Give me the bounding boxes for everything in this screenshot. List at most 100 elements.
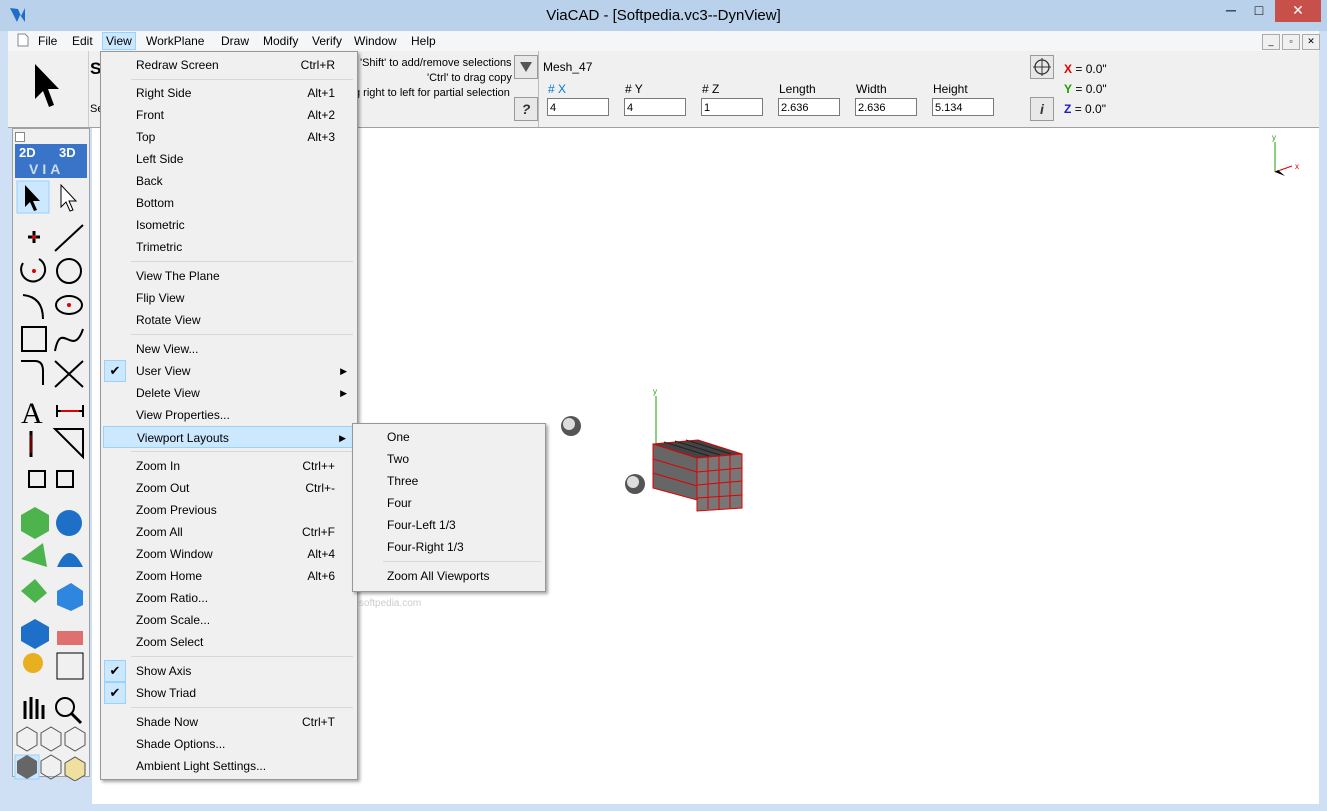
maximize-button[interactable]: □	[1245, 0, 1273, 22]
menu-item-flip-view[interactable]: Flip View	[103, 287, 355, 309]
hint-ctrl: 'Ctrl' to drag copy	[427, 72, 512, 84]
menu-item-show-axis[interactable]: ✔ Show Axis	[103, 660, 355, 682]
info-button[interactable]: i	[1030, 97, 1054, 121]
menu-separator	[131, 707, 353, 708]
menu-verify[interactable]: Verify	[309, 33, 345, 49]
select-tool-box[interactable]	[8, 51, 89, 127]
submenu-item-four-right[interactable]: Four-Right 1/3	[355, 536, 541, 558]
wireframe-cube-icon	[16, 726, 38, 752]
menu-modify[interactable]: Modify	[260, 33, 301, 49]
trim-icon	[54, 360, 84, 388]
field-label-y: # Y	[625, 82, 643, 96]
menu-item-back[interactable]: Back	[103, 170, 355, 192]
menu-item-viewport-layouts[interactable]: Viewport Layouts ▶	[103, 426, 355, 448]
field-input-width[interactable]: 2.636	[855, 98, 917, 116]
field-label-height: Height	[933, 82, 968, 96]
menu-item-top[interactable]: Top Alt+3	[103, 126, 355, 148]
submenu-item-three[interactable]: Three	[355, 470, 541, 492]
field-input-height[interactable]: 5.134	[932, 98, 994, 116]
menu-item-right-side[interactable]: Right Side Alt+1	[103, 82, 355, 104]
field-label-z: # Z	[702, 82, 720, 96]
close-button[interactable]: ✕	[1275, 0, 1321, 22]
menu-item-zoom-scale[interactable]: Zoom Scale...	[103, 609, 355, 631]
menu-view[interactable]: View	[102, 32, 136, 50]
menu-item-bottom[interactable]: Bottom	[103, 192, 355, 214]
menu-window[interactable]: Window	[351, 33, 400, 49]
field-label-length: Length	[779, 82, 816, 96]
line-icon	[54, 224, 84, 252]
submenu-arrow-icon: ▶	[340, 388, 347, 398]
menu-item-rotate-view[interactable]: Rotate View	[103, 309, 355, 331]
menu-edit[interactable]: Edit	[69, 33, 96, 49]
mesh-cube[interactable]	[652, 439, 743, 512]
menu-item-zoom-home[interactable]: Zoom Home Alt+6	[103, 565, 355, 587]
menu-file[interactable]: File	[35, 33, 60, 49]
transform-icon	[28, 470, 46, 488]
submenu-item-zoom-all-viewports[interactable]: Zoom All Viewports	[355, 565, 541, 587]
tool-palette: 2D 3D VIA A	[12, 128, 90, 781]
mdi-minimize-button[interactable]: _	[1262, 34, 1280, 50]
light-sphere-2[interactable]	[625, 474, 645, 494]
menu-item-shade-now[interactable]: Shade Now Ctrl+T	[103, 711, 355, 733]
hidden-line-cube-icon	[40, 726, 62, 752]
menu-item-zoom-ratio[interactable]: Zoom Ratio...	[103, 587, 355, 609]
palette-header-2d3d-via[interactable]: 2D 3D VIA	[15, 144, 87, 178]
crosshair-icon	[1033, 58, 1051, 76]
circle-icon	[56, 258, 82, 284]
menu-item-new-view[interactable]: New View...	[103, 338, 355, 360]
menu-separator	[131, 656, 353, 657]
light-sphere-1[interactable]	[561, 416, 581, 436]
menu-item-delete-view[interactable]: Delete View ▶	[103, 382, 355, 404]
menu-item-zoom-window[interactable]: Zoom Window Alt+4	[103, 543, 355, 565]
snap-target-button[interactable]	[1030, 55, 1054, 79]
field-input-x[interactable]: 4	[547, 98, 609, 116]
menu-item-zoom-select[interactable]: Zoom Select	[103, 631, 355, 653]
submenu-arrow-icon: ▶	[339, 433, 346, 443]
submenu-item-four-left[interactable]: Four-Left 1/3	[355, 514, 541, 536]
menu-item-view-the-plane[interactable]: View The Plane	[103, 265, 355, 287]
menu-item-front[interactable]: Front Alt+2	[103, 104, 355, 126]
sweep-icon	[21, 579, 47, 603]
menu-item-zoom-in[interactable]: Zoom In Ctrl++	[103, 455, 355, 477]
submenu-item-one[interactable]: One	[355, 426, 541, 448]
expand-down-button[interactable]	[514, 55, 538, 79]
layout-icon	[56, 652, 84, 680]
svg-text:x: x	[1295, 162, 1299, 171]
shaded-outline-cube-icon	[40, 754, 62, 780]
menu-item-zoom-all[interactable]: Zoom All Ctrl+F	[103, 521, 355, 543]
submenu-item-two[interactable]: Two	[355, 448, 541, 470]
field-input-y[interactable]: 4	[624, 98, 686, 116]
mdi-close-button[interactable]: ✕	[1302, 34, 1320, 50]
menu-workplane[interactable]: WorkPlane	[143, 33, 207, 49]
menu-item-zoom-out[interactable]: Zoom Out Ctrl+-	[103, 477, 355, 499]
menu-item-user-view[interactable]: ✔ User View ▶	[103, 360, 355, 382]
menu-item-ambient-light-settings[interactable]: Ambient Light Settings...	[103, 755, 355, 777]
help-button[interactable]: ?	[514, 97, 538, 121]
menu-draw[interactable]: Draw	[218, 33, 252, 49]
menu-separator	[131, 334, 353, 335]
mdi-restore-button[interactable]: ▫	[1282, 34, 1300, 50]
hatch-icon	[52, 428, 84, 460]
menu-item-redraw-screen[interactable]: Redraw Screen Ctrl+R	[103, 54, 355, 76]
menu-bar: File Edit View WorkPlane Draw Modify Ver…	[8, 31, 1320, 51]
menu-item-show-triad[interactable]: ✔ Show Triad	[103, 682, 355, 704]
coord-y: Y = 0.0"	[1064, 82, 1107, 96]
menu-help[interactable]: Help	[408, 33, 439, 49]
box-solid-icon	[21, 507, 49, 539]
menu-item-left-side[interactable]: Left Side	[103, 148, 355, 170]
palette-grip[interactable]	[15, 132, 25, 142]
minimize-button[interactable]: ─	[1217, 0, 1245, 22]
document-icon	[17, 33, 29, 47]
menu-item-trimetric[interactable]: Trimetric	[103, 236, 355, 258]
field-input-z[interactable]: 1	[701, 98, 763, 116]
menu-item-isometric[interactable]: Isometric	[103, 214, 355, 236]
menu-item-shade-options[interactable]: Shade Options...	[103, 733, 355, 755]
submenu-item-four[interactable]: Four	[355, 492, 541, 514]
field-input-length[interactable]: 2.636	[778, 98, 840, 116]
submenu-arrow-icon: ▶	[340, 366, 347, 376]
menu-item-view-properties[interactable]: View Properties...	[103, 404, 355, 426]
menu-item-zoom-previous[interactable]: Zoom Previous	[103, 499, 355, 521]
extrude-icon	[21, 543, 47, 567]
hint-shift: 'Shift' to add/remove selections	[360, 57, 512, 69]
menu-separator	[131, 451, 353, 452]
